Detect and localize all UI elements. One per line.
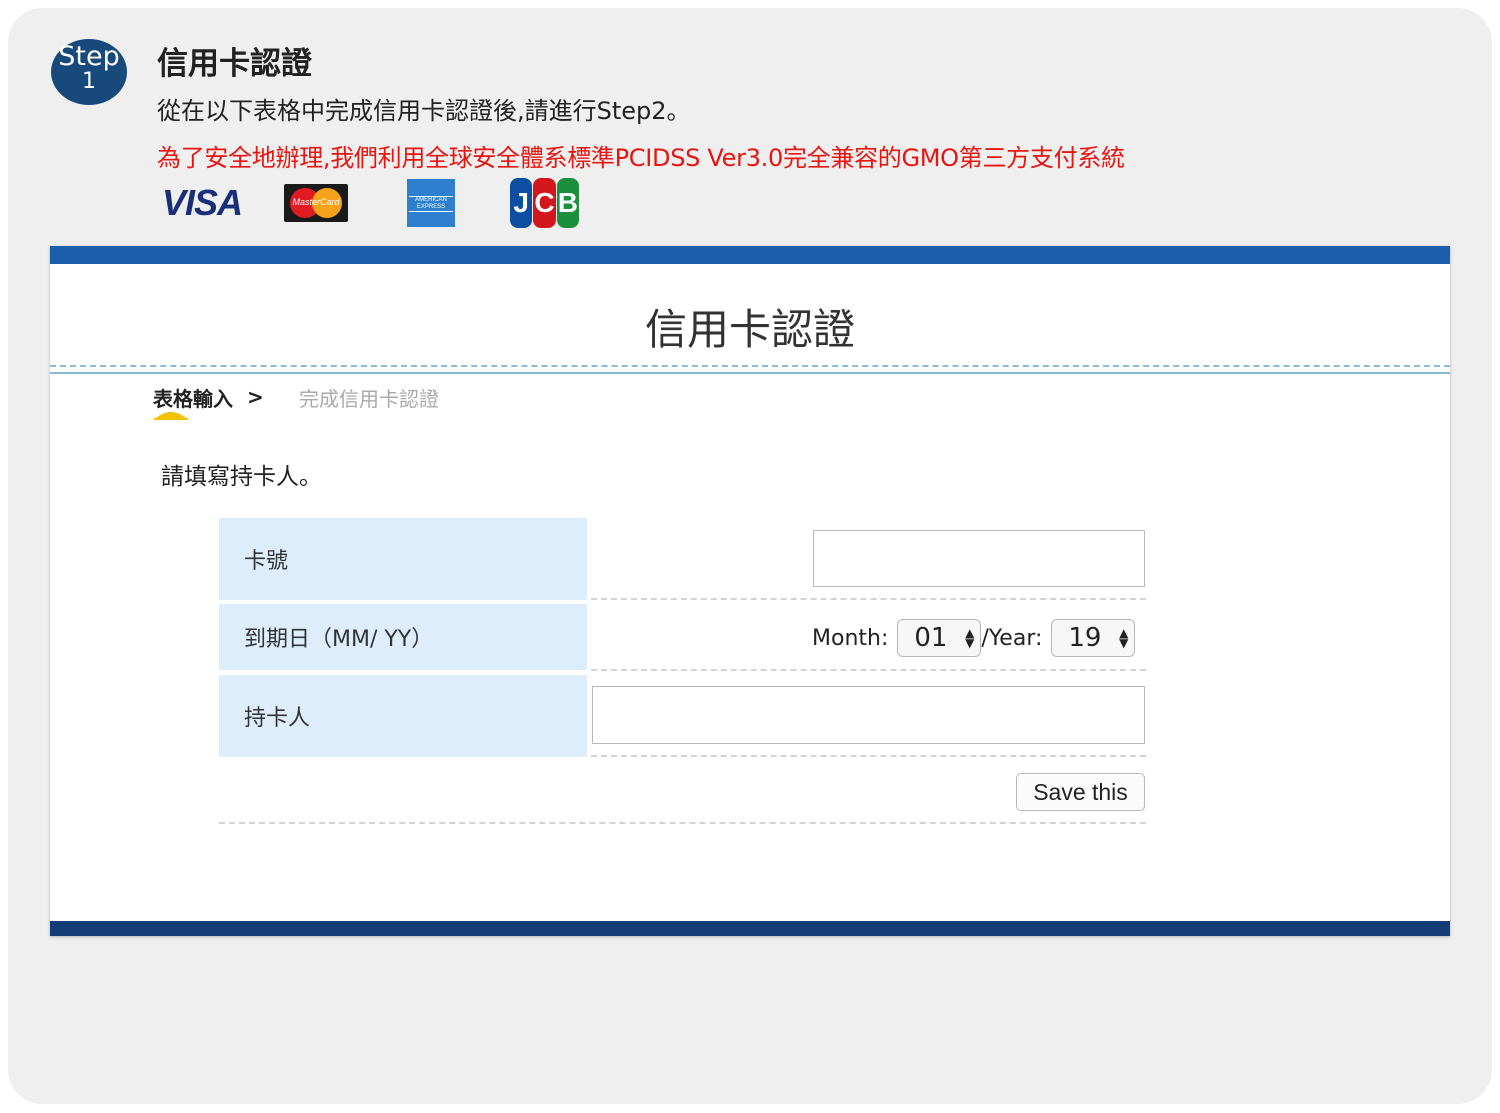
form-bottom-divider — [219, 822, 1146, 824]
expiry-fields: Month: 01 ▲ ▼ /Year: 19 ▲ ▼ — [812, 617, 1136, 659]
panel-bottom-bar — [50, 921, 1450, 936]
jcb-logo-c: C — [533, 178, 556, 228]
expiry-label: 到期日（MM/ YY） — [219, 604, 587, 670]
title-divider-dashed — [50, 365, 1450, 367]
step-number: 1 — [82, 69, 96, 94]
month-label: Month: — [812, 625, 889, 651]
amex-logo-text: AMERICAN EXPRESS — [409, 196, 453, 212]
form-instruction: 請填寫持卡人。 — [161, 464, 322, 490]
year-select[interactable]: 19 ▲ ▼ — [1051, 619, 1136, 657]
title-divider-solid — [50, 372, 1450, 374]
month-value: 01 — [914, 623, 948, 653]
step-badge: Step 1 — [51, 39, 127, 105]
current-step-marker-icon — [154, 412, 188, 420]
card-number-label: 卡號 — [219, 518, 587, 600]
month-select[interactable]: 01 ▲ ▼ — [897, 619, 982, 657]
year-label: /Year: — [981, 625, 1043, 651]
select-arrows-icon: ▲ ▼ — [1119, 626, 1129, 650]
cardholder-label: 持卡人 — [219, 675, 587, 757]
security-notice: 為了安全地辦理,我們利用全球安全體系標準PCIDSS Ver3.0完全兼容的GM… — [157, 144, 1125, 172]
row-divider — [591, 598, 1146, 600]
card-number-input[interactable] — [813, 530, 1145, 587]
row-divider — [591, 755, 1146, 757]
jcb-logo-b: B — [556, 178, 579, 228]
cardholder-input[interactable] — [592, 686, 1145, 744]
panel-top-bar — [50, 246, 1450, 264]
jcb-logo: J C B — [510, 178, 580, 228]
row-divider — [591, 669, 1146, 671]
select-arrows-icon: ▲ ▼ — [965, 626, 975, 650]
mastercard-logo: MasterCard — [284, 184, 348, 222]
breadcrumb-step-form: 表格輸入 — [153, 387, 233, 411]
step-title: 信用卡認證 — [157, 46, 312, 82]
amex-logo: AMERICAN EXPRESS — [407, 179, 455, 227]
step-word: Step — [58, 41, 120, 72]
breadcrumb-step-complete: 完成信用卡認證 — [299, 387, 439, 411]
visa-logo: VISA — [161, 182, 243, 223]
step-subtitle: 從在以下表格中完成信用卡認證後,請進行Step2。 — [157, 97, 691, 125]
panel-title: 信用卡認證 — [644, 305, 855, 354]
breadcrumb-separator: > — [247, 385, 264, 409]
card-auth-panel: 信用卡認證 表格輸入 > 完成信用卡認證 請填寫持卡人。 卡號 到期日（MM/ … — [50, 246, 1450, 936]
save-button[interactable]: Save this — [1016, 773, 1145, 811]
year-value: 19 — [1068, 623, 1102, 653]
mastercard-logo-text: MasterCard — [292, 197, 340, 207]
jcb-logo-j: J — [510, 178, 533, 228]
